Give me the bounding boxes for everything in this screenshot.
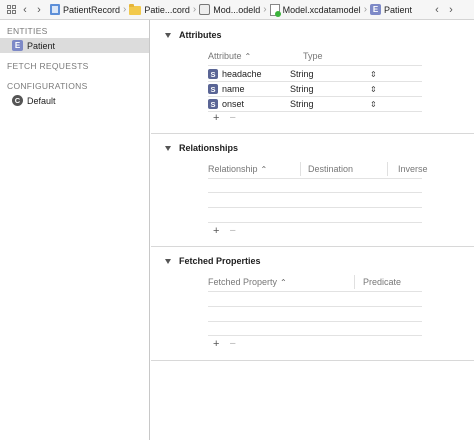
entity-sidebar: ENTITIES E Patient FETCH REQUESTS CONFIG… xyxy=(0,20,150,440)
breadcrumb-xcdatamodel-label: Model.xcdatamodel xyxy=(282,4,361,15)
breadcrumb-model-bundle-label: Mod...odeld xyxy=(213,4,261,15)
disclosure-triangle-icon[interactable] xyxy=(165,145,171,151)
attributes-section-header[interactable]: Attributes xyxy=(165,30,222,40)
relationships-add-remove: + − xyxy=(213,225,236,237)
breadcrumb-project[interactable]: PatientRecord xyxy=(50,0,121,19)
string-type-icon: S xyxy=(208,84,218,94)
breadcrumb-separator-icon: › xyxy=(263,4,267,15)
breadcrumb-model-bundle[interactable]: Mod...odeld xyxy=(199,0,261,19)
type-stepper-icon[interactable]: ⇕ xyxy=(370,85,377,94)
jump-bar: ‹ › PatientRecord › Patie...cord › Mod..… xyxy=(0,0,474,20)
related-items-grid-icon[interactable] xyxy=(4,3,18,17)
attribute-row[interactable]: Sname String ⇕ xyxy=(208,82,422,96)
breadcrumb-separator-icon: › xyxy=(192,4,197,15)
disclosure-triangle-icon[interactable] xyxy=(165,258,171,264)
fetched-properties-add-remove: + − xyxy=(213,338,236,350)
attribute-column-header[interactable]: Attribute ⌃ xyxy=(208,51,251,61)
breadcrumb-xcdatamodel[interactable]: Model.xcdatamodel xyxy=(269,0,361,19)
attribute-row[interactable]: Sonset String ⇕ xyxy=(208,97,422,111)
relationships-title: Relationships xyxy=(179,143,239,153)
breadcrumb-entity-label: Patient xyxy=(384,4,413,15)
issue-forward-icon[interactable]: › xyxy=(444,3,458,17)
remove-fetched-property-button[interactable]: − xyxy=(229,338,235,350)
relationships-section-header[interactable]: Relationships xyxy=(165,143,238,153)
configuration-icon: C xyxy=(12,95,23,106)
xcdatamodel-icon xyxy=(269,3,281,17)
attribute-name[interactable]: headache xyxy=(222,69,262,79)
remove-attribute-button[interactable]: − xyxy=(229,112,235,124)
attribute-row[interactable]: Sheadache String ⇕ xyxy=(208,67,422,81)
fetched-properties-section-header[interactable]: Fetched Properties xyxy=(165,256,261,266)
type-stepper-icon[interactable]: ⇕ xyxy=(370,70,377,79)
configurations-header: CONFIGURATIONS xyxy=(7,81,88,91)
remove-relationship-button[interactable]: − xyxy=(229,225,235,237)
breadcrumb-separator-icon: › xyxy=(123,4,127,15)
sidebar-item-label: Patient xyxy=(27,40,56,51)
breadcrumb-folder-label: Patie...cord xyxy=(144,4,190,15)
sort-ascending-icon: ⌃ xyxy=(244,51,252,61)
breadcrumb-entity[interactable]: E Patient xyxy=(370,0,413,19)
sidebar-item-patient[interactable]: E Patient xyxy=(0,38,149,53)
attribute-name[interactable]: onset xyxy=(222,99,244,109)
type-stepper-icon[interactable]: ⇕ xyxy=(370,100,377,109)
sidebar-item-default[interactable]: C Default xyxy=(0,93,149,108)
breadcrumb-folder[interactable]: Patie...cord xyxy=(129,0,190,19)
add-fetched-property-button[interactable]: + xyxy=(213,338,219,350)
entities-header: ENTITIES xyxy=(7,26,48,36)
attributes-add-remove: + − xyxy=(213,112,236,124)
add-relationship-button[interactable]: + xyxy=(213,225,219,237)
fetched-properties-title: Fetched Properties xyxy=(179,256,261,266)
back-arrow-icon[interactable]: ‹ xyxy=(18,3,32,17)
entity-editor: Attributes Attribute ⌃ Type Sheadache St… xyxy=(151,20,474,440)
type-column-header[interactable]: Type xyxy=(303,51,323,61)
breadcrumb-project-label: PatientRecord xyxy=(63,4,121,15)
attribute-type-select[interactable]: String xyxy=(290,99,370,109)
issue-back-icon[interactable]: ‹ xyxy=(430,3,444,17)
folder-icon xyxy=(129,3,142,15)
sort-ascending-icon: ⌃ xyxy=(260,164,268,174)
destination-column-header[interactable]: Destination xyxy=(308,164,353,174)
inverse-column-header[interactable]: Inverse xyxy=(398,164,428,174)
fetched-property-column-header[interactable]: Fetched Property ⌃ xyxy=(208,277,287,287)
entity-icon: E xyxy=(370,4,382,15)
relationship-column-header[interactable]: Relationship ⌃ xyxy=(208,164,267,174)
attribute-name[interactable]: name xyxy=(222,84,245,94)
model-bundle-icon xyxy=(199,4,211,15)
disclosure-triangle-icon[interactable] xyxy=(165,32,171,38)
sort-ascending-icon: ⌃ xyxy=(280,277,287,287)
attribute-type-select[interactable]: String xyxy=(290,84,370,94)
string-type-icon: S xyxy=(208,69,218,79)
attributes-title: Attributes xyxy=(179,30,222,40)
breadcrumb-separator-icon: › xyxy=(363,4,368,15)
entity-icon: E xyxy=(12,40,23,51)
forward-arrow-icon[interactable]: › xyxy=(32,3,46,17)
predicate-column-header[interactable]: Predicate xyxy=(363,277,401,287)
string-type-icon: S xyxy=(208,99,218,109)
add-attribute-button[interactable]: + xyxy=(213,112,219,124)
sidebar-item-label: Default xyxy=(27,95,56,106)
project-icon xyxy=(50,4,60,15)
attribute-type-select[interactable]: String xyxy=(290,69,370,79)
fetch-requests-header: FETCH REQUESTS xyxy=(7,61,89,71)
